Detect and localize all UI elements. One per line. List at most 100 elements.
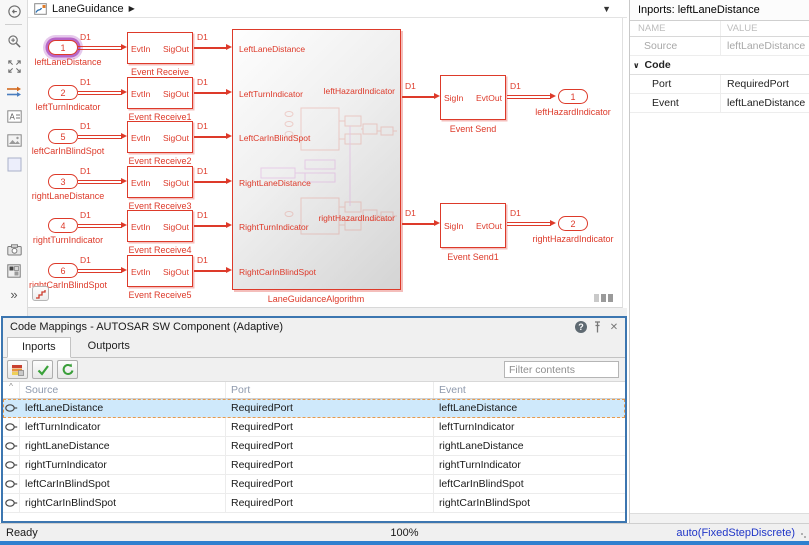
inport-block[interactable]: 1 <box>48 40 78 55</box>
inspector-property-row[interactable]: Event leftLaneDistance <box>630 94 809 113</box>
table-row[interactable]: rightLaneDistance RequiredPort rightLaneDi… <box>3 437 625 456</box>
subsystem-icon[interactable] <box>4 262 24 280</box>
area-select-icon[interactable] <box>4 155 24 173</box>
inport-block[interactable]: 2 <box>48 85 78 100</box>
cell-event: rightTurnIndicator <box>439 459 521 471</box>
event-receive-block[interactable]: EvtIn SigOut <box>127 121 193 153</box>
inspector-header-row: NAME VALUE <box>630 21 809 37</box>
inport-block[interactable]: 3 <box>48 174 78 189</box>
annotation-icon[interactable]: A <box>4 107 24 125</box>
model-badge-icon <box>34 2 47 15</box>
signal-arrows-icon[interactable] <box>4 82 24 100</box>
inport-icon <box>3 475 20 493</box>
status-solver[interactable]: auto(FixedStepDiscrete) <box>676 527 795 539</box>
inspector-property-row[interactable]: Port RequiredPort <box>630 75 809 94</box>
cell-source: leftTurnIndicator <box>20 418 226 436</box>
inport-icon <box>3 456 20 474</box>
chevron-down-icon[interactable]: ▼ <box>602 4 611 14</box>
block-port-out-label: SigOut <box>163 44 189 54</box>
validate-mappings-button[interactable] <box>32 360 53 379</box>
outport-label: rightHazardIndicator <box>532 234 614 244</box>
signal-label: D1 <box>405 81 416 91</box>
sample-time-legend-button[interactable] <box>32 286 49 301</box>
column-header-port[interactable]: Port <box>226 382 434 398</box>
event-receive-block[interactable]: EvtIn SigOut <box>127 166 193 198</box>
mappings-table-body: leftLaneDistance RequiredPort leftLaneDist… <box>3 399 625 513</box>
model-canvas-area: LaneGuidance ▶ ▼ 1 leftLaneDistance D1 EvtI… <box>28 0 627 316</box>
table-row[interactable]: leftLaneDistance RequiredPort leftLaneDist… <box>3 399 625 418</box>
event-send-block[interactable]: SigIn EvtOut <box>440 203 506 248</box>
fit-to-view-icon[interactable] <box>4 57 24 75</box>
signal-label: D1 <box>510 208 521 218</box>
inspector-section-name: ∨ Code <box>633 59 671 71</box>
inspector-scrollbar[interactable] <box>630 513 809 523</box>
inport-block[interactable]: 4 <box>48 218 78 233</box>
chevron-down-icon[interactable]: ∨ <box>633 61 640 70</box>
event-receive-block[interactable]: EvtIn SigOut <box>127 77 193 109</box>
column-header-source[interactable]: Source <box>20 382 226 398</box>
filter-contents-input[interactable] <box>504 361 619 378</box>
algorithm-block-name: LaneGuidanceAlgorithm <box>267 294 365 304</box>
breadcrumb-model-name[interactable]: LaneGuidance <box>52 3 124 15</box>
table-row[interactable]: leftTurnIndicator RequiredPort leftTurnInd… <box>3 418 625 437</box>
lane-guidance-algorithm-block[interactable]: LeftLaneDistance LeftTurnIndicator LeftCar… <box>232 29 401 290</box>
back-icon[interactable] <box>4 2 24 20</box>
pin-icon[interactable] <box>590 320 604 334</box>
inport-label: leftCarInBlindSpot <box>31 146 105 156</box>
event-wire <box>507 98 551 100</box>
zoom-in-icon[interactable] <box>4 32 24 50</box>
cell-event: rightCarInBlindSpot <box>439 497 531 509</box>
cell-port: RequiredPort <box>231 402 293 414</box>
breadcrumb-forward-icon[interactable]: ▶ <box>129 4 135 13</box>
code-mappings-toolbar <box>3 358 625 382</box>
event-wire <box>78 183 122 185</box>
canvas-resize-grip[interactable] <box>594 294 613 302</box>
event-send-block[interactable]: SigIn EvtOut <box>440 75 506 120</box>
tab-inports[interactable]: Inports <box>7 337 71 358</box>
block-diagram-canvas[interactable]: 1 leftLaneDistance D1 EvtIn SigOut Event Rece… <box>28 18 623 308</box>
event-receive-block-name: Event Receive4 <box>128 245 192 255</box>
event-wire-arrowhead <box>550 93 556 99</box>
inspector-property-row[interactable]: Source leftLaneDistance <box>630 37 809 56</box>
signal-label: D1 <box>80 166 91 176</box>
table-row[interactable]: rightCarInBlindSpot RequiredPort rightCarI… <box>3 494 625 513</box>
event-receive-block[interactable]: EvtIn SigOut <box>127 210 193 242</box>
refresh-button[interactable] <box>57 360 78 379</box>
event-receive-block[interactable]: EvtIn SigOut <box>127 32 193 64</box>
outport-block[interactable]: 2 <box>558 216 588 231</box>
tab-outports[interactable]: Outports <box>73 336 145 357</box>
outport-block[interactable]: 1 <box>558 89 588 104</box>
help-icon[interactable]: ? <box>575 321 587 333</box>
column-header-event[interactable]: Event <box>434 382 625 398</box>
event-receive-block[interactable]: EvtIn SigOut <box>127 255 193 287</box>
close-icon[interactable]: ✕ <box>607 320 621 334</box>
code-perspective-button[interactable] <box>7 360 28 379</box>
outport-label: leftHazardIndicator <box>535 107 611 117</box>
inport-icon <box>3 437 20 455</box>
inport-block[interactable]: 6 <box>48 263 78 278</box>
expand-toolbar-icon[interactable]: » <box>4 285 24 303</box>
algorithm-input-label: LeftCarInBlindSpot <box>239 133 311 143</box>
signal-label: D1 <box>405 208 416 218</box>
collapse-column-icon[interactable]: ^ <box>9 383 13 391</box>
image-icon[interactable] <box>4 131 24 149</box>
signal-wire <box>194 136 227 138</box>
breadcrumb: LaneGuidance ▶ ▼ <box>28 0 627 18</box>
inspector-property-value[interactable]: leftLaneDistance <box>720 37 809 55</box>
table-row[interactable]: leftCarInBlindSpot RequiredPort leftCarInB… <box>3 475 625 494</box>
inport-block[interactable]: 5 <box>48 129 78 144</box>
table-row[interactable]: rightTurnIndicator RequiredPort rightTurnI… <box>3 456 625 475</box>
property-inspector-panel: Inports: leftLaneDistance NAME VALUE Sou… <box>629 0 809 523</box>
event-wire <box>507 95 551 97</box>
signal-label: D1 <box>197 77 208 87</box>
algorithm-output-label: leftHazardIndicator <box>323 86 395 96</box>
block-port-in-label: SigIn <box>444 93 464 103</box>
signal-wire <box>194 225 227 227</box>
inspector-section-row[interactable]: ∨ Code <box>630 56 809 75</box>
camera-icon[interactable] <box>4 241 24 259</box>
inspector-property-value[interactable]: leftLaneDistance <box>720 94 809 112</box>
resize-grip[interactable] <box>801 533 807 539</box>
simulink-window: A » LaneGuidance ▶ ▼ 1 leftLaneDistance D1… <box>0 0 809 545</box>
inspector-property-value[interactable]: RequiredPort <box>720 75 809 93</box>
block-port-out-label: SigOut <box>163 133 189 143</box>
